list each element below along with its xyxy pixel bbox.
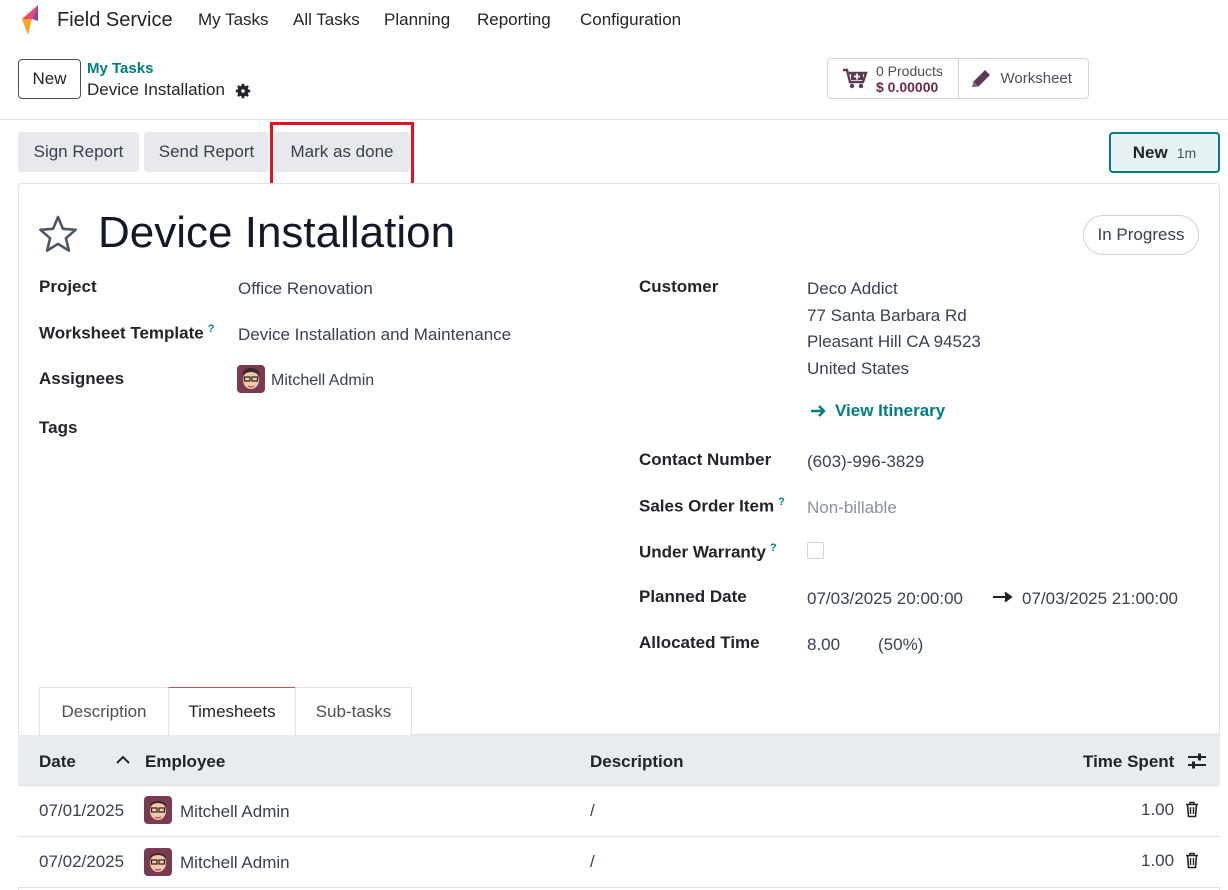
highlight-box: [270, 122, 414, 188]
smart-buttons: 0 Products $ 0.00000 Worksheet: [827, 58, 1089, 99]
row-description: /: [590, 852, 595, 871]
send-report-button[interactable]: Send Report: [144, 132, 269, 172]
help-icon[interactable]: ?: [770, 542, 777, 554]
avatar: [144, 796, 172, 824]
sales-order-item-label-text: Sales Order Item: [639, 496, 775, 516]
arrow-right-icon: [811, 405, 826, 417]
app-name[interactable]: Field Service: [57, 9, 173, 32]
allocated-time-label: Allocated Time: [639, 633, 760, 652]
project-value[interactable]: Office Renovation: [238, 279, 373, 299]
timer-new-button[interactable]: New 1m: [1109, 132, 1220, 173]
customer-name[interactable]: Deco Addict: [807, 279, 898, 299]
table-row[interactable]: 07/02/2025 Mitchell Admin / 1.00: [18, 837, 1220, 888]
worksheet-stat-button[interactable]: Worksheet: [959, 59, 1088, 98]
column-settings-icon[interactable]: [1187, 752, 1207, 770]
row-time-spent: 1.00: [1141, 851, 1175, 870]
nav-configuration[interactable]: Configuration: [580, 10, 681, 30]
customer-street: 77 Santa Barbara Rd: [807, 306, 967, 325]
row-time-spent: 1.00: [1141, 800, 1175, 819]
row-employee: Mitchell Admin: [180, 853, 290, 872]
breadcrumb-current: Device Installation: [87, 80, 225, 99]
top-navbar: Field Service My Tasks All Tasks Plannin…: [0, 0, 1228, 42]
gear-icon[interactable]: [234, 82, 252, 100]
timesheet-table-header: Date Employee Description Time Spent: [18, 735, 1220, 786]
worksheet-template-label-text: Worksheet Template: [39, 323, 204, 343]
new-record-button[interactable]: New: [18, 59, 81, 99]
assignees-label: Assignees: [39, 369, 125, 388]
star-icon[interactable]: [38, 214, 78, 254]
contact-number-label: Contact Number: [639, 450, 772, 469]
help-icon[interactable]: ?: [208, 323, 215, 335]
column-date[interactable]: Date: [39, 752, 76, 772]
allocated-time-value[interactable]: 8.00: [807, 635, 840, 655]
worksheet-template-label: Worksheet Template?: [39, 323, 214, 344]
products-stat-button[interactable]: 0 Products $ 0.00000: [828, 59, 959, 98]
nav-all-tasks[interactable]: All Tasks: [293, 10, 360, 30]
help-icon[interactable]: ?: [778, 496, 785, 508]
task-title[interactable]: Device Installation: [98, 208, 455, 258]
planned-start-date[interactable]: 07/03/2025 20:00:00: [807, 589, 963, 609]
control-panel: New My Tasks Device Installation 0 Produ…: [0, 42, 1228, 120]
assignee-name[interactable]: Mitchell Admin: [271, 372, 374, 390]
products-amount: $ 0.00000: [876, 78, 939, 95]
tab-sub-tasks[interactable]: Sub-tasks: [295, 687, 412, 735]
customer-country: United States: [807, 359, 910, 378]
user-avatar-icon: [144, 796, 172, 824]
planned-end-date[interactable]: 07/03/2025 21:00:00: [1022, 589, 1178, 609]
column-time-spent[interactable]: Time Spent: [1083, 752, 1174, 772]
under-warranty-label-text: Under Warranty: [639, 542, 766, 562]
row-description: /: [590, 801, 595, 820]
field-service-logo-icon[interactable]: [16, 3, 44, 37]
sales-order-item-label: Sales Order Item?: [639, 496, 785, 517]
view-itinerary-link[interactable]: View Itinerary: [810, 401, 945, 421]
sort-ascending-icon[interactable]: [116, 755, 130, 765]
user-avatar-icon: [237, 365, 265, 393]
avatar: [144, 848, 172, 876]
column-description[interactable]: Description: [590, 752, 684, 772]
tab-description[interactable]: Description: [39, 687, 169, 735]
under-warranty-label: Under Warranty?: [639, 542, 777, 563]
products-count: 0 Products: [876, 62, 943, 79]
long-arrow-right-icon: [993, 591, 1013, 603]
project-label: Project: [39, 277, 97, 296]
allocated-time-percent: (50%): [878, 635, 924, 654]
pencil-icon: [971, 69, 990, 87]
nav-my-tasks[interactable]: My Tasks: [198, 10, 269, 30]
worksheet-template-value[interactable]: Device Installation and Maintenance: [238, 325, 511, 345]
timer-value: 1m: [1176, 144, 1197, 161]
planned-date-label: Planned Date: [639, 587, 747, 606]
tags-label: Tags: [39, 418, 78, 437]
customer-city: Pleasant Hill CA 94523: [807, 332, 981, 351]
timer-new-label: New: [1132, 142, 1168, 162]
user-avatar-icon: [144, 848, 172, 876]
view-itinerary-label: View Itinerary: [835, 401, 946, 420]
trash-icon[interactable]: [1185, 801, 1199, 818]
cart-icon: [843, 68, 868, 88]
avatar: [237, 365, 265, 393]
customer-label: Customer: [639, 277, 719, 296]
column-employee[interactable]: Employee: [145, 752, 225, 772]
stage-badge[interactable]: In Progress: [1083, 215, 1199, 255]
row-date: 07/01/2025: [39, 801, 125, 820]
row-employee: Mitchell Admin: [180, 802, 290, 821]
sign-report-button[interactable]: Sign Report: [18, 132, 139, 172]
worksheet-label: Worksheet: [1000, 70, 1072, 87]
nav-reporting[interactable]: Reporting: [477, 10, 551, 30]
under-warranty-checkbox[interactable]: [807, 542, 824, 559]
breadcrumb-parent[interactable]: My Tasks: [87, 60, 153, 77]
tab-timesheets[interactable]: Timesheets: [168, 687, 296, 736]
trash-icon[interactable]: [1185, 852, 1199, 869]
contact-number-value[interactable]: (603)-996-3829: [807, 452, 924, 472]
row-date: 07/02/2025: [39, 852, 125, 871]
table-row[interactable]: 07/01/2025 Mitchell Admin / 1.00: [18, 786, 1220, 837]
sales-order-item-value[interactable]: Non-billable: [807, 498, 897, 518]
nav-planning[interactable]: Planning: [384, 10, 450, 30]
